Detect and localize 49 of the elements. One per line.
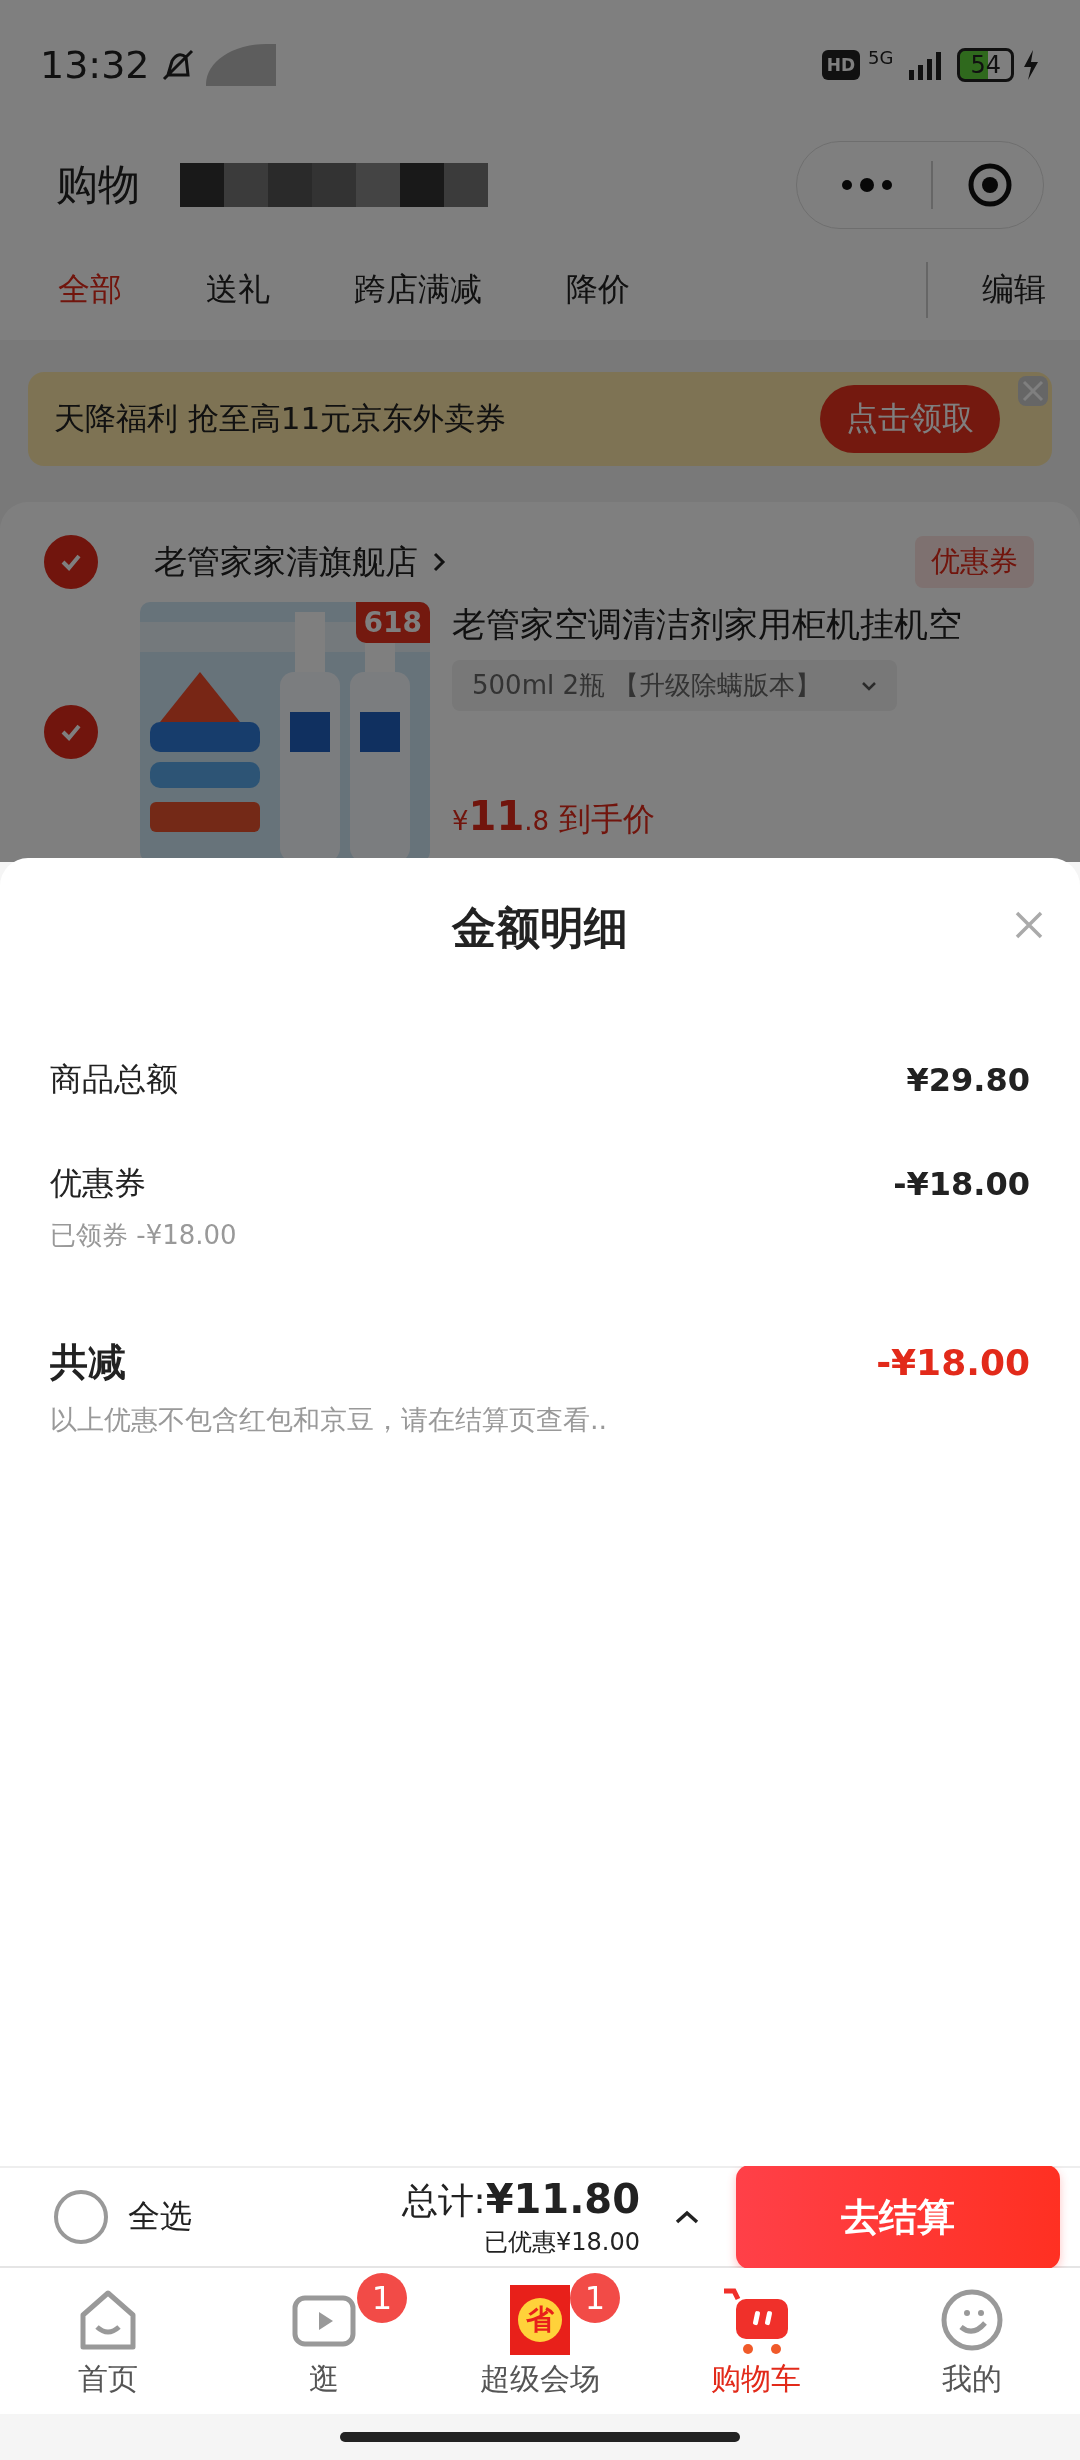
- close-icon[interactable]: [1018, 376, 1048, 406]
- select-all-checkbox[interactable]: [54, 2190, 108, 2244]
- tab-bar-item[interactable]: 超级会场: [480, 2358, 600, 2400]
- tab-bar-item[interactable]: 逛: [309, 2358, 339, 2400]
- product-title[interactable]: 老管家空调清洁剂家用柜机挂机空: [452, 602, 962, 648]
- banner-text: 天降福利 抢至高11元京东外卖券: [54, 399, 507, 438]
- claim-button[interactable]: 点击领取: [820, 385, 1000, 453]
- promo-badge: 618: [355, 602, 430, 643]
- savings-icon[interactable]: 省: [510, 2284, 570, 2355]
- network-label: 5G: [868, 46, 894, 68]
- hd-indicator: HD: [821, 50, 861, 80]
- filter-tab[interactable]: 送礼: [206, 268, 270, 312]
- amount-label: 商品总额: [50, 1059, 178, 1100]
- notification-badge: 1: [570, 2272, 620, 2323]
- caret-icon[interactable]: [674, 2209, 700, 2225]
- close-target-icon[interactable]: [967, 162, 1013, 208]
- tab-bar-item[interactable]: 购物车: [711, 2358, 801, 2400]
- total-amount: 总计:¥11.80: [401, 2176, 640, 2224]
- notification-badge: 1: [357, 2272, 407, 2323]
- sheet-title: 金额明细: [452, 900, 628, 955]
- tab-bar-item[interactable]: 首页: [78, 2358, 138, 2400]
- spec-selector[interactable]: 500ml 2瓶 【升级除螨版本】: [452, 660, 898, 711]
- amount-value: -¥18.00: [893, 1165, 1030, 1203]
- total-label: 共减: [50, 1339, 126, 1386]
- close-icon[interactable]: [1014, 910, 1044, 940]
- store-name[interactable]: 老管家家清旗舰店: [154, 539, 418, 585]
- checkbox[interactable]: [44, 535, 98, 589]
- product-price: ¥11.8 到手价: [452, 793, 657, 841]
- filter-tab[interactable]: 跨店满减: [354, 268, 482, 312]
- charging-icon: [1022, 49, 1040, 81]
- page-title: 购物: [56, 159, 140, 211]
- total-value: -¥18.00: [876, 1342, 1030, 1383]
- amount-value: ¥29.80: [906, 1061, 1030, 1099]
- redacted-block: [205, 44, 276, 86]
- amount-subtext: 已领券 -¥18.00: [50, 1219, 238, 1252]
- amount-label: 优惠券: [50, 1163, 146, 1204]
- select-all-label[interactable]: 全选: [128, 2195, 192, 2239]
- edit-button[interactable]: 编辑: [982, 268, 1046, 312]
- caret-icon: [861, 680, 878, 691]
- filter-tab[interactable]: 全部: [58, 268, 122, 312]
- saved-amount: 已优惠¥18.00: [484, 2227, 640, 2258]
- coupon-tag[interactable]: 优惠券: [915, 536, 1034, 588]
- tab-bar-item[interactable]: 我的: [942, 2358, 1002, 2400]
- chevron-icon: [432, 551, 446, 573]
- status-time: 13:32: [40, 43, 150, 87]
- checkout-button[interactable]: 去结算: [736, 2165, 1060, 2269]
- checkbox[interactable]: [44, 705, 98, 759]
- filter-tab[interactable]: 降价: [566, 268, 630, 312]
- note-text: 以上优惠不包含红包和京豆，请在结算页查看..: [50, 1403, 609, 1437]
